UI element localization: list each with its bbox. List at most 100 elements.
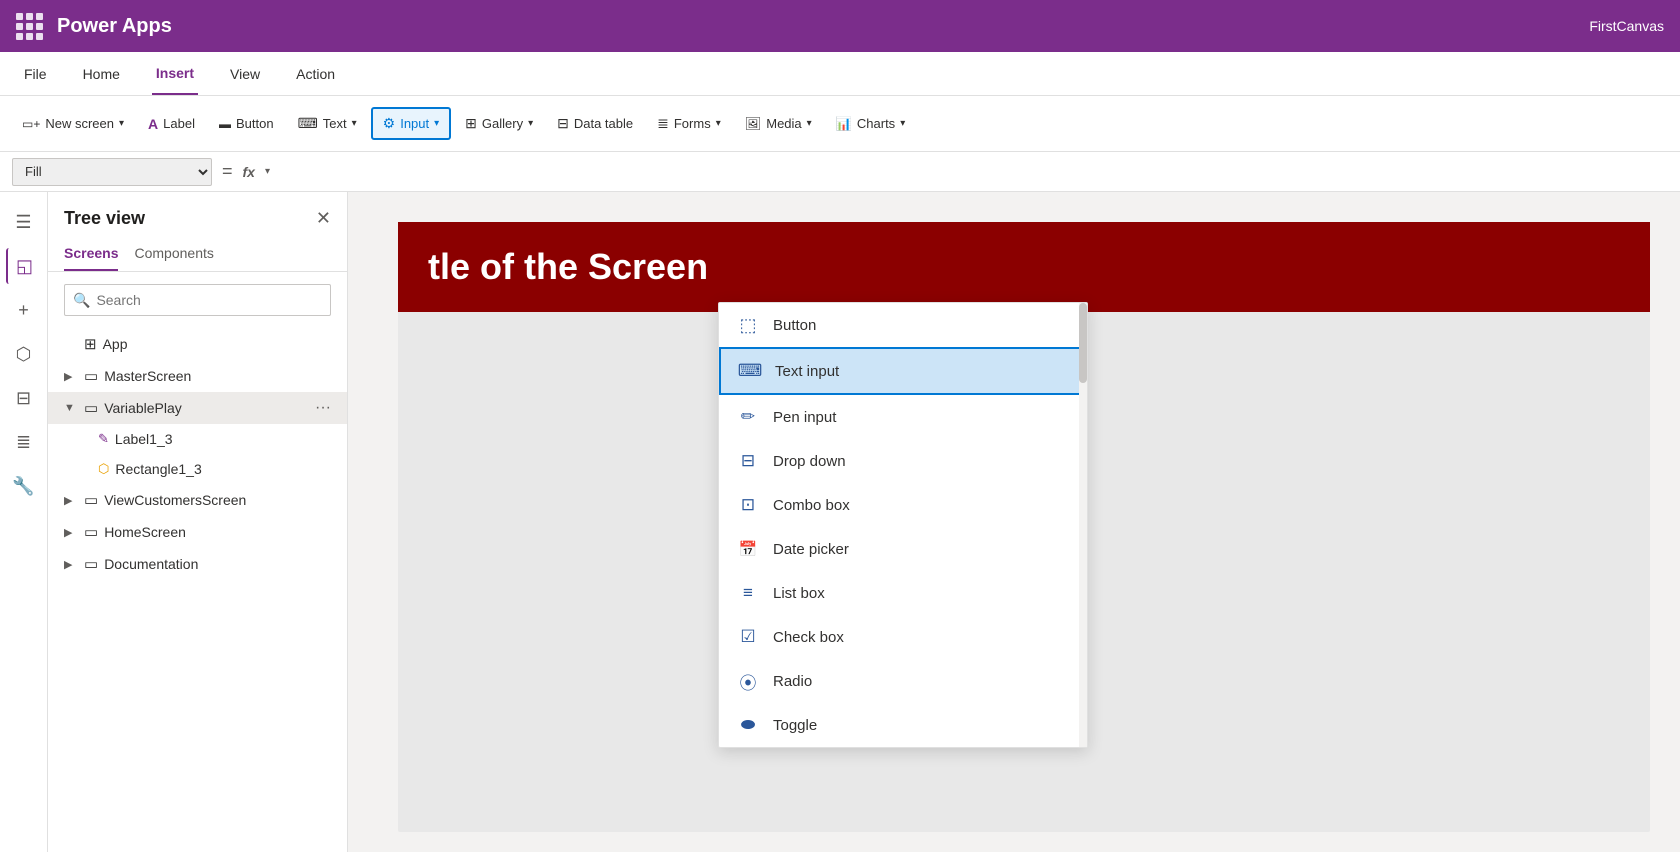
dropdown-item-text-input[interactable]: Text input xyxy=(719,347,1087,395)
sidebar-icons: ☰ ◱ + ⬡ ⊟ ≣ 🔧 xyxy=(0,192,48,852)
sidebar-icon-layers[interactable]: ◱ xyxy=(6,248,42,284)
tree-item-app[interactable]: ⊞ App xyxy=(48,328,347,360)
button-dropdown-icon xyxy=(737,314,759,336)
menu-home[interactable]: Home xyxy=(79,52,124,95)
forms-button[interactable]: Forms ▾ xyxy=(647,109,731,138)
dots-menu-icon[interactable]: ··· xyxy=(315,399,331,417)
charts-icon xyxy=(836,116,852,132)
waffle-icon[interactable] xyxy=(16,13,43,40)
dropdown-item-drop-down[interactable]: Drop down xyxy=(719,439,1087,483)
search-icon: 🔍 xyxy=(73,292,90,309)
tree-item-label1-3[interactable]: ✎ Label1_3 xyxy=(48,424,347,454)
scrollbar-track xyxy=(1079,303,1087,747)
tab-components[interactable]: Components xyxy=(134,237,213,271)
text-button[interactable]: Text ▾ xyxy=(288,109,367,138)
forms-icon xyxy=(657,115,669,132)
dropdown-item-button[interactable]: Button xyxy=(719,303,1087,347)
tree-item-masterscreen[interactable]: ▶ ▭ MasterScreen xyxy=(48,360,347,392)
listbox-dropdown-icon xyxy=(737,582,759,604)
search-input[interactable] xyxy=(96,285,322,315)
toolbar: New screen ▾ Label Button Text ▾ Input ▾… xyxy=(0,96,1680,152)
gallery-button[interactable]: Gallery ▾ xyxy=(455,109,543,138)
new-screen-button[interactable]: New screen ▾ xyxy=(12,110,134,137)
menu-bar: File Home Insert View Action xyxy=(0,52,1680,96)
canvas-name: FirstCanvas xyxy=(1589,18,1664,34)
button-icon xyxy=(219,116,231,131)
tree-item-viewcustomers[interactable]: ▶ ▭ ViewCustomersScreen xyxy=(48,484,347,516)
label-button[interactable]: Label xyxy=(138,110,205,138)
data-table-button[interactable]: Data table xyxy=(547,109,643,138)
tree-item-homescreen[interactable]: ▶ ▭ HomeScreen xyxy=(48,516,347,548)
main-layout: ☰ ◱ + ⬡ ⊟ ≣ 🔧 Tree view ✕ Screens Compon… xyxy=(0,192,1680,852)
dropdown-item-date-picker[interactable]: Date picker xyxy=(719,527,1087,571)
datepicker-dropdown-icon xyxy=(737,538,759,560)
search-box: 🔍 xyxy=(64,284,331,316)
tree-tabs: Screens Components xyxy=(48,237,347,272)
dropdown-item-pen-input[interactable]: Pen input xyxy=(719,395,1087,439)
dropdown-scroll-area: Button Text input Pen input xyxy=(719,303,1087,747)
tree-view-title: Tree view xyxy=(64,208,145,229)
dropdown-dropdown-icon xyxy=(737,450,759,472)
canvas-area: tle of the Screen Button Text input xyxy=(348,192,1680,852)
data-table-icon xyxy=(557,115,569,132)
variableplay-icon: ▭ xyxy=(84,399,98,417)
combobox-dropdown-icon xyxy=(737,494,759,516)
chevron-down-icon: ▾ xyxy=(265,166,270,177)
homescreen-icon: ▭ xyxy=(84,523,98,541)
label-item-icon: ✎ xyxy=(98,431,109,447)
rect-item-icon: ⬡ xyxy=(98,461,109,477)
app-title: Power Apps xyxy=(57,15,172,38)
textinput-dropdown-icon xyxy=(739,360,761,382)
tree-item-variableplay[interactable]: ▼ ▭ VariablePlay ··· xyxy=(48,392,347,424)
sidebar-icon-variables[interactable]: ≣ xyxy=(6,424,42,460)
media-button[interactable]: Media ▾ xyxy=(735,110,822,138)
sidebar-icon-tools[interactable]: 🔧 xyxy=(6,468,42,504)
dropdown-item-toggle[interactable]: Toggle xyxy=(719,703,1087,747)
masterscreen-icon: ▭ xyxy=(84,367,98,385)
top-bar: Power Apps FirstCanvas xyxy=(0,0,1680,52)
dropdown-item-radio[interactable]: Radio xyxy=(719,659,1087,703)
close-icon[interactable]: ✕ xyxy=(316,208,331,229)
tree-header: Tree view ✕ xyxy=(48,192,347,237)
sidebar-icon-connections[interactable]: ⊟ xyxy=(6,380,42,416)
property-select[interactable]: Fill xyxy=(12,158,212,186)
toggle-dropdown-icon xyxy=(737,714,759,736)
documentation-icon: ▭ xyxy=(84,555,98,573)
dropdown-item-combo-box[interactable]: Combo box xyxy=(719,483,1087,527)
menu-insert[interactable]: Insert xyxy=(152,52,198,95)
sidebar-icon-add[interactable]: + xyxy=(6,292,42,328)
viewcustomers-icon: ▭ xyxy=(84,491,98,509)
menu-file[interactable]: File xyxy=(20,52,51,95)
charts-button[interactable]: Charts ▾ xyxy=(826,110,916,138)
new-screen-icon xyxy=(22,116,40,131)
input-icon xyxy=(383,115,396,132)
app-icon: ⊞ xyxy=(84,335,97,353)
radio-dropdown-icon xyxy=(737,670,759,692)
tree-panel: Tree view ✕ Screens Components 🔍 ⊞ App ▶… xyxy=(48,192,348,852)
label-icon xyxy=(148,116,158,132)
tree-items: ⊞ App ▶ ▭ MasterScreen ▼ ▭ VariablePlay … xyxy=(48,328,347,852)
input-button[interactable]: Input ▾ xyxy=(371,107,452,140)
dropdown-item-check-box[interactable]: Check box xyxy=(719,615,1087,659)
input-dropdown-menu: Button Text input Pen input xyxy=(718,302,1088,748)
tree-item-rectangle1-3[interactable]: ⬡ Rectangle1_3 xyxy=(48,454,347,484)
dropdown-item-list-box[interactable]: List box xyxy=(719,571,1087,615)
menu-action[interactable]: Action xyxy=(292,52,339,95)
tree-item-documentation[interactable]: ▶ ▭ Documentation xyxy=(48,548,347,580)
gallery-icon xyxy=(465,115,477,132)
canvas-title-text: tle of the Screen xyxy=(428,246,708,288)
pen-dropdown-icon xyxy=(737,406,759,428)
fx-label: fx xyxy=(243,164,255,180)
scrollbar-thumb[interactable] xyxy=(1079,303,1087,383)
tab-screens[interactable]: Screens xyxy=(64,237,118,271)
formula-bar: Fill = fx ▾ xyxy=(0,152,1680,192)
text-icon xyxy=(298,115,318,132)
canvas-red-bar: tle of the Screen xyxy=(398,222,1650,312)
button-button[interactable]: Button xyxy=(209,110,284,137)
sidebar-icon-data[interactable]: ⬡ xyxy=(6,336,42,372)
menu-view[interactable]: View xyxy=(226,52,264,95)
media-icon xyxy=(745,116,762,132)
checkbox-dropdown-icon xyxy=(737,626,759,648)
sidebar-icon-menu[interactable]: ☰ xyxy=(6,204,42,240)
equals-sign: = xyxy=(222,161,233,182)
